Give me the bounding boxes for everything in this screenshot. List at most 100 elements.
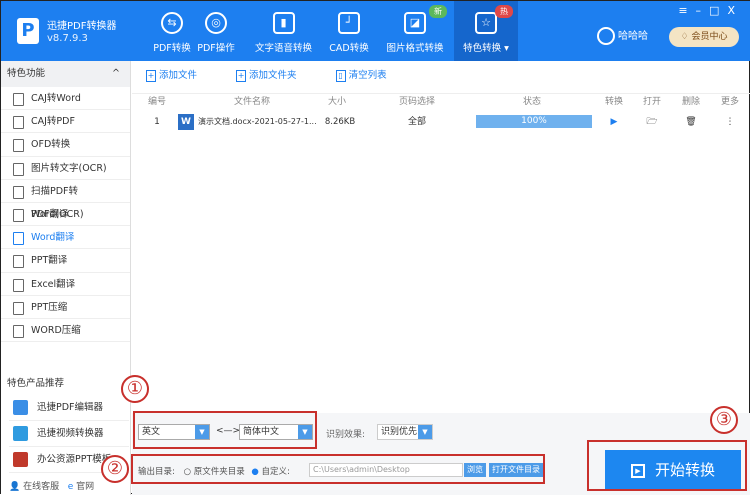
sidebar-item[interactable]: PDF翻译: [1, 203, 130, 227]
app-name: 迅捷PDF转换器: [47, 21, 117, 32]
add-folder-icon: +: [236, 69, 247, 82]
nav-label: PDF转换: [153, 43, 191, 54]
value: 识别优先: [381, 427, 418, 437]
vip-center-button[interactable]: ♢ 会员中心: [669, 27, 739, 47]
sidebar-item[interactable]: Excel翻译: [1, 273, 130, 296]
hot-badge: 热: [495, 5, 513, 18]
add-file-icon: +: [146, 69, 156, 82]
sidebar-item[interactable]: 扫描PDF转Word(OCR): [1, 180, 130, 220]
support-label: 在线客服: [23, 482, 60, 492]
chevron-up-icon[interactable]: ^: [112, 61, 120, 87]
play-icon[interactable]: ▶: [604, 113, 624, 131]
effect-label: 识别效果:: [326, 430, 366, 440]
app-logo: P: [17, 18, 39, 44]
col-header: 编号: [147, 97, 166, 107]
progress-bar: 100%: [476, 115, 592, 128]
sidebar-item[interactable]: PPT压缩: [1, 296, 130, 319]
product-label: 办公资源PPT模板: [37, 454, 112, 465]
col-header: 打开: [642, 97, 661, 107]
table-row[interactable]: 1 W 演示文档.docx-2021-05-27-1... 8.26KB 全部 …: [132, 113, 750, 131]
image-icon: ◪: [404, 12, 426, 34]
sidebar-item[interactable]: CAJ转PDF: [1, 110, 130, 134]
ie-icon: e: [67, 482, 74, 492]
disc-icon: ◎: [205, 12, 227, 34]
table-header: 编号 文件名称 大小 页码选择 状态 转换 打开 删除 更多: [132, 93, 750, 107]
user-account[interactable]: 哈哈哈: [597, 27, 648, 45]
nav-label: CAD转换: [329, 43, 369, 54]
col-header: 更多: [720, 97, 739, 107]
folder-open-icon[interactable]: 🗁: [642, 113, 662, 131]
file-size: 8.26KB: [324, 117, 356, 127]
sidebar-item[interactable]: WORD压缩: [1, 319, 130, 343]
new-badge: 新: [429, 5, 447, 18]
sidebar-header[interactable]: 特色功能 ^: [1, 61, 130, 87]
sidebar-item[interactable]: CAJ转Word: [1, 87, 130, 111]
window-controls[interactable]: ≡–□X: [678, 4, 743, 17]
nav-label: 文字语音转换: [254, 43, 312, 54]
word-file-icon: W: [178, 114, 194, 130]
sidebar-item[interactable]: 图片转文字(OCR): [1, 157, 130, 180]
pdf-editor-icon: [13, 400, 28, 415]
label: 添加文件: [159, 70, 198, 81]
support-link[interactable]: 👤 在线客服: [9, 482, 59, 492]
label: 清空列表: [348, 70, 387, 81]
sidebar-item[interactable]: PPT翻译: [1, 249, 130, 273]
annotation-box-1: [133, 411, 317, 449]
col-header: 转换: [604, 97, 623, 107]
col-header: 文件名称: [233, 97, 270, 107]
effect-select[interactable]: 识别优先 ▼: [377, 424, 433, 440]
sidebar-item-active[interactable]: Word翻译: [1, 226, 130, 250]
sidebar: 特色功能 ^ CAJ转Word CAJ转PDF OFD转换 图片转文字(OCR) …: [1, 61, 131, 495]
menu-icon[interactable]: ≡: [678, 4, 695, 17]
diamond-icon: ♢: [680, 32, 692, 42]
convert-icon: ⇆: [161, 12, 183, 34]
product-item[interactable]: 迅捷PDF编辑器: [9, 395, 129, 421]
close-icon[interactable]: X: [727, 4, 743, 17]
row-index: 1: [154, 117, 160, 127]
toolbar: + 添加文件 + 添加文件夹 ▯ 清空列表: [146, 67, 423, 82]
product-item[interactable]: 迅捷视频转换器: [9, 421, 129, 447]
video-icon: [13, 426, 28, 441]
ppt-icon: [13, 452, 28, 467]
col-header: 大小: [327, 97, 346, 107]
annotation-1: ①: [121, 375, 149, 403]
annotation-box-3: [587, 440, 747, 491]
annotation-2: ②: [101, 455, 129, 483]
nav-pdf-ops[interactable]: ◎ PDF操作: [191, 1, 241, 61]
sidebar-title: 特色功能: [7, 68, 46, 79]
add-folder-button[interactable]: + 添加文件夹: [236, 69, 315, 82]
annotation-box-2: [131, 454, 545, 484]
minimize-icon[interactable]: –: [696, 4, 710, 17]
clear-list-button[interactable]: ▯ 清空列表: [335, 69, 405, 82]
col-header: 删除: [681, 97, 700, 107]
nav-label: 特色转换: [463, 43, 502, 54]
sidebar-item[interactable]: OFD转换: [1, 133, 130, 157]
nav-label: PDF操作: [197, 43, 235, 54]
products-title: 特色产品推荐: [7, 378, 65, 389]
cad-icon: ┘: [338, 12, 360, 34]
maximize-icon[interactable]: □: [709, 4, 727, 17]
chevron-down-icon: ▾: [504, 43, 509, 54]
website-link[interactable]: e 官网: [68, 482, 94, 492]
nav-label: 图片格式转换: [386, 43, 444, 54]
app-version: v8.7.9.3: [47, 33, 88, 44]
file-name: 演示文档.docx-2021-05-27-1...: [198, 117, 317, 126]
add-file-button[interactable]: + 添加文件: [146, 69, 215, 82]
audio-icon: ▮: [272, 12, 295, 34]
star-icon: ☆: [475, 12, 497, 34]
chevron-down-icon: ▼: [418, 425, 432, 439]
website-label: 官网: [76, 482, 95, 492]
user-icon: [597, 27, 615, 45]
nav-text-speech[interactable]: ▮ 文字语音转换: [251, 1, 316, 61]
username: 哈哈哈: [618, 31, 648, 42]
page-select[interactable]: 全部: [397, 113, 437, 131]
more-icon[interactable]: ⋮: [720, 113, 740, 131]
vip-label: 会员中心: [691, 32, 728, 42]
trash-icon: ▯: [335, 69, 346, 82]
col-header: 状态: [522, 97, 541, 107]
product-label: 迅捷PDF编辑器: [37, 402, 104, 413]
product-label: 迅捷视频转换器: [37, 428, 104, 439]
trash-icon[interactable]: 🗑: [681, 113, 701, 131]
nav-cad[interactable]: ┘ CAD转换: [323, 1, 375, 61]
col-header: 页码选择: [398, 97, 435, 107]
